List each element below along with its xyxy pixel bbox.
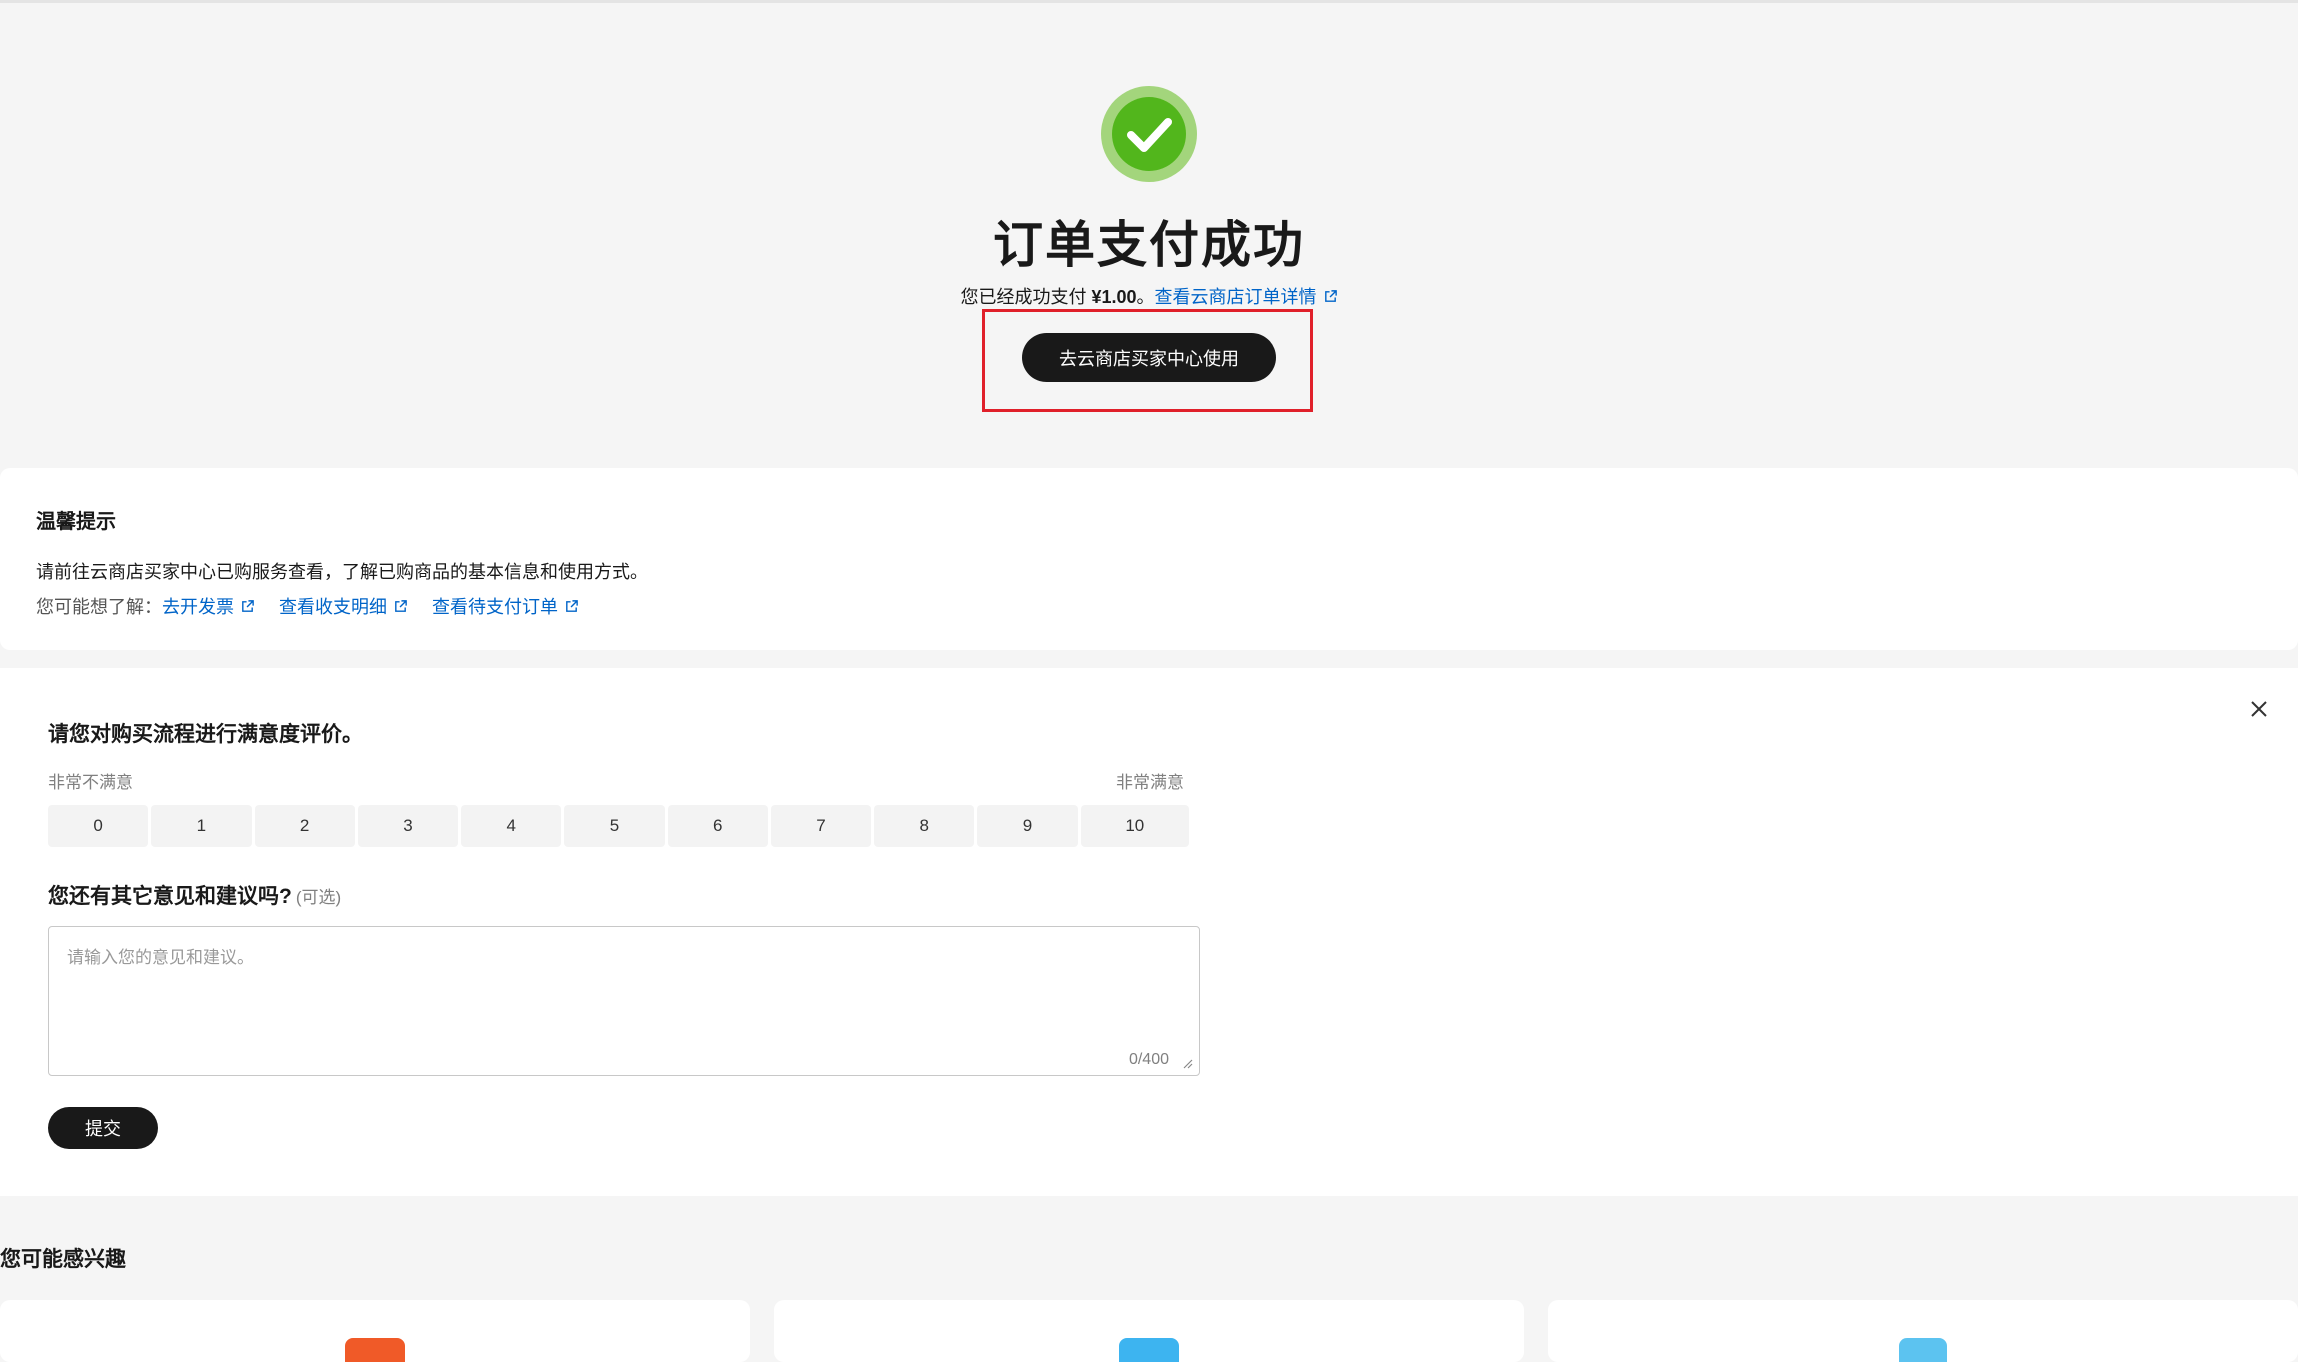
- rating-option[interactable]: 9: [977, 805, 1078, 847]
- suggestion-question-text: 您还有其它意见和建议吗?: [48, 885, 292, 908]
- invoice-link[interactable]: 去开发票: [162, 593, 255, 619]
- product-card[interactable]: [0, 1300, 750, 1362]
- rating-option[interactable]: 1: [151, 805, 252, 847]
- payment-amount: ¥1.00: [1091, 287, 1137, 307]
- rating-option[interactable]: 3: [357, 805, 459, 847]
- resize-handle-icon[interactable]: [1181, 1057, 1193, 1069]
- page-title: 订单支付成功: [993, 217, 1305, 273]
- rating-option[interactable]: 4: [461, 805, 562, 847]
- external-link-icon: [1324, 290, 1337, 302]
- survey-question: 请您对购买流程进行满意度评价。: [48, 723, 363, 746]
- payment-success-section: 订单支付成功 您已经成功支付 ¥1.00。查看云商店订单详情 去云商店买家中心使…: [0, 0, 2298, 460]
- char-count: 0/400: [1128, 1051, 1169, 1068]
- go-buyer-center-button[interactable]: 去云商店买家中心使用: [1022, 333, 1276, 382]
- rating-scale: 0 1 2 3 4 5 6 7 8 9 10: [48, 805, 1189, 847]
- product-icon: [1119, 1338, 1179, 1362]
- submit-button[interactable]: 提交: [48, 1107, 158, 1149]
- interests-title: 您可能感兴趣: [0, 1248, 126, 1271]
- external-link-icon: [395, 599, 407, 612]
- rating-option[interactable]: 2: [254, 805, 355, 847]
- product-icon: [345, 1338, 405, 1362]
- rating-option[interactable]: 0: [48, 805, 149, 847]
- order-detail-link[interactable]: 查看云商店订单详情: [1155, 287, 1338, 307]
- suggestion-textarea[interactable]: [49, 927, 1199, 1075]
- pending-orders-link-label: 查看待支付订单: [432, 597, 558, 617]
- rating-option[interactable]: 7: [770, 805, 872, 847]
- rating-option[interactable]: 6: [667, 805, 768, 847]
- suggestion-field-wrapper: 0/400: [48, 926, 1200, 1076]
- tips-title: 温馨提示: [36, 511, 116, 533]
- rating-option[interactable]: 10: [1080, 805, 1189, 847]
- external-link-icon: [242, 599, 254, 612]
- satisfaction-survey-card: 请您对购买流程进行满意度评价。 非常不满意 非常满意 0 1 2 3 4 5 6…: [0, 668, 2298, 1196]
- pending-orders-link[interactable]: 查看待支付订单: [432, 593, 579, 619]
- scale-high-label: 非常满意: [1116, 773, 1184, 792]
- invoice-link-label: 去开发票: [162, 597, 234, 617]
- payment-desc-suffix: 。: [1136, 287, 1155, 307]
- close-icon[interactable]: [2248, 698, 2270, 720]
- billing-detail-link-label: 查看收支明细: [279, 597, 387, 617]
- payment-desc-prefix: 您已经成功支付: [960, 287, 1092, 307]
- tips-card: 温馨提示 请前往云商店买家中心已购服务查看，了解已购商品的基本信息和使用方式。 …: [0, 468, 2298, 650]
- tips-links: 您可能想了解： 去开发票 查看收支明细 查看待支付订单: [36, 593, 603, 619]
- external-link-icon: [566, 599, 578, 612]
- billing-detail-link[interactable]: 查看收支明细: [279, 593, 408, 619]
- check-circle-icon: [1101, 86, 1197, 182]
- scale-low-label: 非常不满意: [48, 773, 133, 792]
- product-icon: [1899, 1338, 1947, 1362]
- rating-option[interactable]: 8: [874, 805, 975, 847]
- order-detail-link-label: 查看云商店订单详情: [1154, 287, 1317, 307]
- payment-description: 您已经成功支付 ¥1.00。查看云商店订单详情: [0, 283, 2298, 309]
- rating-option[interactable]: 5: [564, 805, 665, 847]
- product-card[interactable]: [1548, 1300, 2298, 1362]
- suggestion-question: 您还有其它意见和建议吗? (可选): [48, 880, 341, 910]
- product-card[interactable]: [774, 1300, 1524, 1362]
- tips-text: 请前往云商店买家中心已购服务查看，了解已购商品的基本信息和使用方式。: [36, 562, 648, 582]
- tips-links-label: 您可能想了解：: [36, 597, 162, 617]
- optional-label: (可选): [295, 888, 342, 907]
